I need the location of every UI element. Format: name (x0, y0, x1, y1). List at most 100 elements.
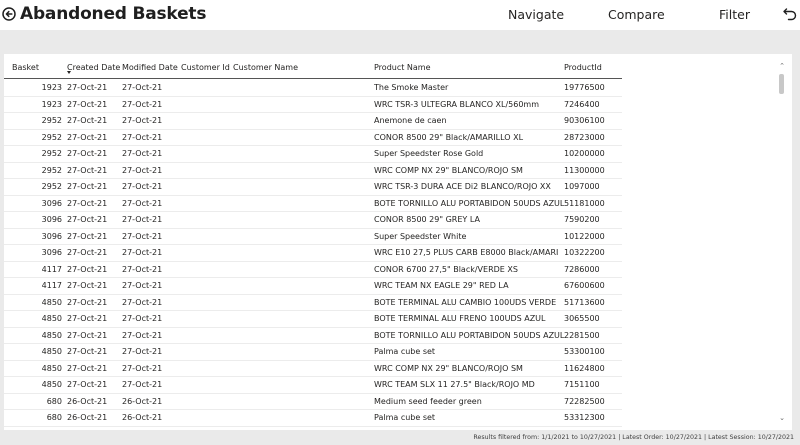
table-row[interactable]: 1923 27-Oct-21 27-Oct-21 The Smoke Master 19… (4, 80, 622, 97)
cell-product-id: 7246400 (564, 99, 600, 109)
header-bar: Abandoned Baskets Navigate Compare Filte… (0, 0, 800, 30)
vertical-scrollbar[interactable]: ⌃ ⌄ (777, 62, 787, 422)
table-row[interactable]: 4850 27-Oct-21 27-Oct-21 BOTE TORNILLO ALU … (4, 328, 622, 344)
cell-created-date: 27-Oct-21 (67, 231, 108, 241)
cell-created-date: 27-Oct-21 (67, 198, 108, 208)
cell-created-date: 27-Oct-21 (67, 182, 108, 191)
cell-created-date: 27-Oct-21 (67, 330, 108, 340)
table-body: 1923 27-Oct-21 27-Oct-21 The Smoke Master 19… (4, 80, 622, 430)
compare-button[interactable]: Compare (608, 7, 665, 22)
cell-basket: 4850 (41, 314, 62, 323)
cell-basket: 680 (46, 413, 62, 422)
cell-basket: 4850 (41, 380, 62, 389)
cell-modified-date: 27-Oct-21 (122, 231, 163, 241)
navigate-button[interactable]: Navigate (508, 7, 564, 22)
cell-product-name: Anemone de caen (374, 116, 447, 125)
table-row[interactable]: 2952 27-Oct-21 27-Oct-21 Anemone de caen 903… (4, 113, 622, 130)
column-header-product-name[interactable]: Product Name (374, 63, 431, 72)
cell-product-id: 28723000 (564, 132, 605, 142)
cell-product-id: 10200000 (564, 149, 605, 158)
cell-created-date: 27-Oct-21 (67, 380, 108, 389)
cell-modified-date: 27-Oct-21 (122, 281, 163, 290)
cell-basket: 4117 (41, 264, 62, 274)
cell-product-name: WRC E10 27,5 PLUS CARB E8000 Black/AMARI (374, 248, 559, 257)
cell-product-name: WRC TEAM NX EAGLE 29" RED LA (374, 281, 509, 290)
cell-product-name: BOTE TORNILLO ALU PORTABIDON 50UDS AZUL (374, 198, 565, 208)
cell-created-date: 26-Oct-21 (67, 430, 107, 431)
table-row[interactable]: 680 26-Oct-21 26-Oct-21 Medium seed feeder … (4, 394, 622, 410)
cell-created-date: 27-Oct-21 (67, 99, 108, 109)
table-row[interactable]: 935 26-Oct-21 26-Oct-21 CONOR 7200 29" NARA… (4, 427, 622, 431)
table-row[interactable]: 2952 27-Oct-21 27-Oct-21 Super Speedster Ro… (4, 146, 622, 163)
table-row[interactable]: 4850 27-Oct-21 27-Oct-21 Palma cube set 5330… (4, 344, 622, 361)
column-header-modified-date[interactable]: Modified Date (122, 63, 178, 72)
cell-basket: 4850 (41, 297, 62, 307)
filter-button[interactable]: Filter (719, 7, 750, 22)
cell-modified-date: 27-Oct-21 (122, 330, 163, 340)
table-row[interactable]: 4850 27-Oct-21 27-Oct-21 WRC COMP NX 29" BL… (4, 361, 622, 377)
cell-modified-date: 26-Oct-21 (122, 413, 163, 422)
cell-created-date: 27-Oct-21 (67, 314, 108, 323)
cell-product-name: Medium seed feeder green (374, 396, 482, 406)
scroll-thumb[interactable] (779, 74, 784, 94)
cell-created-date: 26-Oct-21 (67, 396, 108, 406)
table-row[interactable]: 4850 27-Oct-21 27-Oct-21 BOTE TERMINAL ALU … (4, 295, 622, 311)
table-row[interactable]: 3096 27-Oct-21 27-Oct-21 CONOR 8500 29" GRE… (4, 212, 622, 229)
table-row[interactable]: 2952 27-Oct-21 27-Oct-21 WRC COMP NX 29" BL… (4, 163, 622, 179)
cell-product-id: 1097000 (564, 182, 600, 191)
table-row[interactable]: 2952 27-Oct-21 27-Oct-21 WRC TSR-3 DURA ACE… (4, 179, 622, 196)
cell-basket: 4850 (41, 330, 62, 340)
cell-product-name: The Smoke Master (374, 83, 449, 92)
table-row[interactable]: 4850 27-Oct-21 27-Oct-21 BOTE TERMINAL ALU … (4, 311, 622, 328)
table-row[interactable]: 4850 27-Oct-21 27-Oct-21 WRC TEAM SLX 11 27… (4, 377, 622, 394)
back-arrow-circle-icon[interactable] (2, 7, 16, 21)
column-header-product-id[interactable]: ProductId (564, 63, 602, 72)
cell-product-name: Super Speedster Rose Gold (374, 149, 484, 158)
column-header-customer-id[interactable]: Customer Id (181, 63, 230, 72)
cell-modified-date: 27-Oct-21 (122, 83, 163, 92)
status-bar: Results filtered from: 1/1/2021 to 10/27… (473, 434, 794, 441)
table-row[interactable]: 3096 27-Oct-21 27-Oct-21 BOTE TORNILLO ALU … (4, 196, 622, 212)
cell-product-id: 10122000 (564, 231, 605, 241)
chevron-down-icon[interactable]: ⌄ (778, 414, 786, 422)
sort-desc-icon (67, 71, 71, 74)
cell-basket: 2952 (41, 149, 62, 158)
cell-product-id: 51713600 (564, 297, 605, 307)
chevron-up-icon[interactable]: ⌃ (778, 62, 786, 70)
cell-modified-date: 27-Oct-21 (122, 248, 163, 257)
cell-basket: 4850 (41, 363, 62, 373)
cell-created-date: 27-Oct-21 (67, 297, 108, 307)
cell-product-id: 90306100 (564, 116, 605, 125)
cell-basket: 2952 (41, 116, 62, 125)
column-header-created-date[interactable]: Created Date (67, 63, 120, 72)
cell-product-name: WRC COMP NX 29" BLANCO/ROJO SM (374, 363, 523, 373)
cell-created-date: 27-Oct-21 (67, 215, 108, 224)
cell-product-id: 10322200 (564, 248, 605, 257)
table-row[interactable]: 3096 27-Oct-21 27-Oct-21 Super Speedster Wh… (4, 229, 622, 245)
table-row[interactable]: 1923 27-Oct-21 27-Oct-21 WRC TSR-3 ULTEGRA … (4, 97, 622, 113)
title-group: Abandoned Baskets (2, 4, 206, 24)
cell-product-id: 72282500 (564, 396, 605, 406)
cell-product-id: 7286000 (564, 264, 600, 274)
cell-product-name: Palma cube set (374, 347, 436, 356)
table-row[interactable]: 3096 27-Oct-21 27-Oct-21 WRC E10 27,5 PLUS … (4, 245, 622, 262)
table-row[interactable]: 2952 27-Oct-21 27-Oct-21 CONOR 8500 29" Bla… (4, 130, 622, 146)
cell-basket: 3096 (41, 248, 62, 257)
cell-modified-date: 26-Oct-21 (122, 430, 162, 431)
column-header-customer-name[interactable]: Customer Name (233, 63, 298, 72)
cell-modified-date: 27-Oct-21 (122, 363, 163, 373)
cell-basket: 2952 (41, 165, 62, 175)
cell-modified-date: 27-Oct-21 (122, 198, 163, 208)
cell-created-date: 27-Oct-21 (67, 281, 108, 290)
table-row[interactable]: 4117 27-Oct-21 27-Oct-21 WRC TEAM NX EAGLE … (4, 278, 622, 295)
cell-product-id: 7151100 (564, 380, 600, 389)
cell-modified-date: 27-Oct-21 (122, 182, 163, 191)
cell-product-name: CONOR 8500 29" Black/AMARILLO XL (374, 132, 524, 142)
undo-icon[interactable] (782, 6, 798, 22)
cell-modified-date: 27-Oct-21 (122, 165, 163, 175)
table-row[interactable]: 680 26-Oct-21 26-Oct-21 Palma cube set 53312… (4, 410, 622, 427)
cell-basket: 680 (46, 396, 62, 406)
cell-created-date: 27-Oct-21 (67, 116, 108, 125)
column-header-basket[interactable]: Basket (12, 63, 39, 72)
table-row[interactable]: 4117 27-Oct-21 27-Oct-21 CONOR 6700 27,5" B… (4, 262, 622, 278)
